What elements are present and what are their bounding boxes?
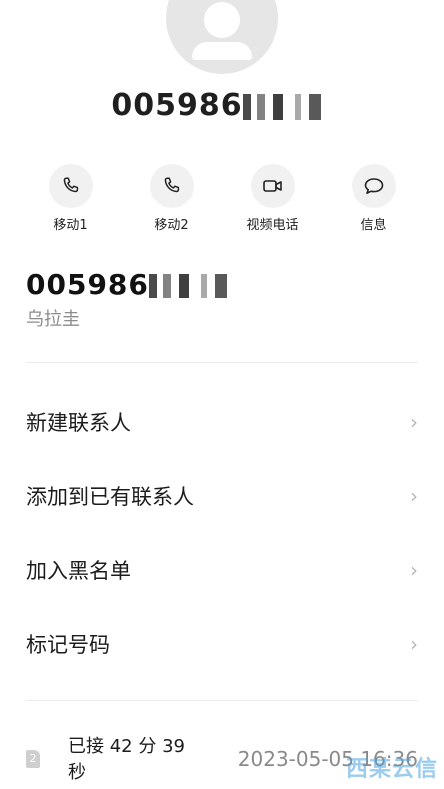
chevron-right-icon: ›	[410, 632, 418, 656]
message-label: 信息	[360, 218, 387, 233]
message-bubble-icon	[351, 164, 396, 208]
chevron-right-icon: ›	[410, 410, 418, 434]
call-sim2-label: 移动2	[154, 218, 189, 233]
redacted-digits	[148, 274, 289, 298]
action-row: 移动1 移动2 视频电话 信息	[20, 164, 424, 233]
call-status: 已接 42 分 39 秒	[68, 736, 185, 783]
new-contact-label: 新建联系人	[26, 411, 131, 435]
phone-number-text: 005986	[26, 268, 149, 301]
watermark-logo: 西某云信	[345, 757, 438, 782]
message-button[interactable]: 信息	[323, 164, 424, 233]
divider	[26, 700, 418, 701]
new-contact-item[interactable]: 新建联系人 ›	[26, 392, 418, 452]
add-to-blacklist-item[interactable]: 加入黑名单 ›	[26, 540, 418, 600]
caller-number-title: 005986	[0, 88, 444, 123]
sim-card-icon: 2	[26, 750, 40, 768]
chevron-right-icon: ›	[410, 558, 418, 582]
sim-number: 2	[29, 752, 37, 765]
video-call-button[interactable]: 视频电话	[222, 164, 323, 233]
add-to-existing-contact-label: 添加到已有联系人	[26, 485, 194, 509]
video-camera-icon	[250, 164, 295, 208]
avatar-person-icon	[204, 2, 240, 38]
call-sim1-label: 移动1	[53, 218, 88, 233]
avatar-person-shoulders	[192, 42, 252, 60]
number-location: 乌拉圭	[26, 309, 80, 330]
video-call-label: 视频电话	[246, 218, 299, 233]
phone-icon	[48, 164, 93, 208]
mark-number-label: 标记号码	[26, 633, 110, 657]
divider	[26, 362, 418, 363]
add-to-blacklist-label: 加入黑名单	[26, 559, 131, 583]
chevron-right-icon: ›	[410, 484, 418, 508]
avatar	[166, 0, 278, 74]
phone-icon	[149, 164, 194, 208]
caller-number-title-text: 005986	[111, 88, 243, 123]
call-sim2-button[interactable]: 移动2	[121, 164, 222, 233]
redacted-digits	[242, 93, 333, 120]
add-to-existing-contact-item[interactable]: 添加到已有联系人 ›	[26, 466, 418, 526]
call-sim1-button[interactable]: 移动1	[20, 164, 121, 233]
mark-number-item[interactable]: 标记号码 ›	[26, 614, 418, 674]
number-info: 005986 乌拉圭	[26, 268, 289, 331]
phone-number: 005986	[26, 268, 289, 301]
